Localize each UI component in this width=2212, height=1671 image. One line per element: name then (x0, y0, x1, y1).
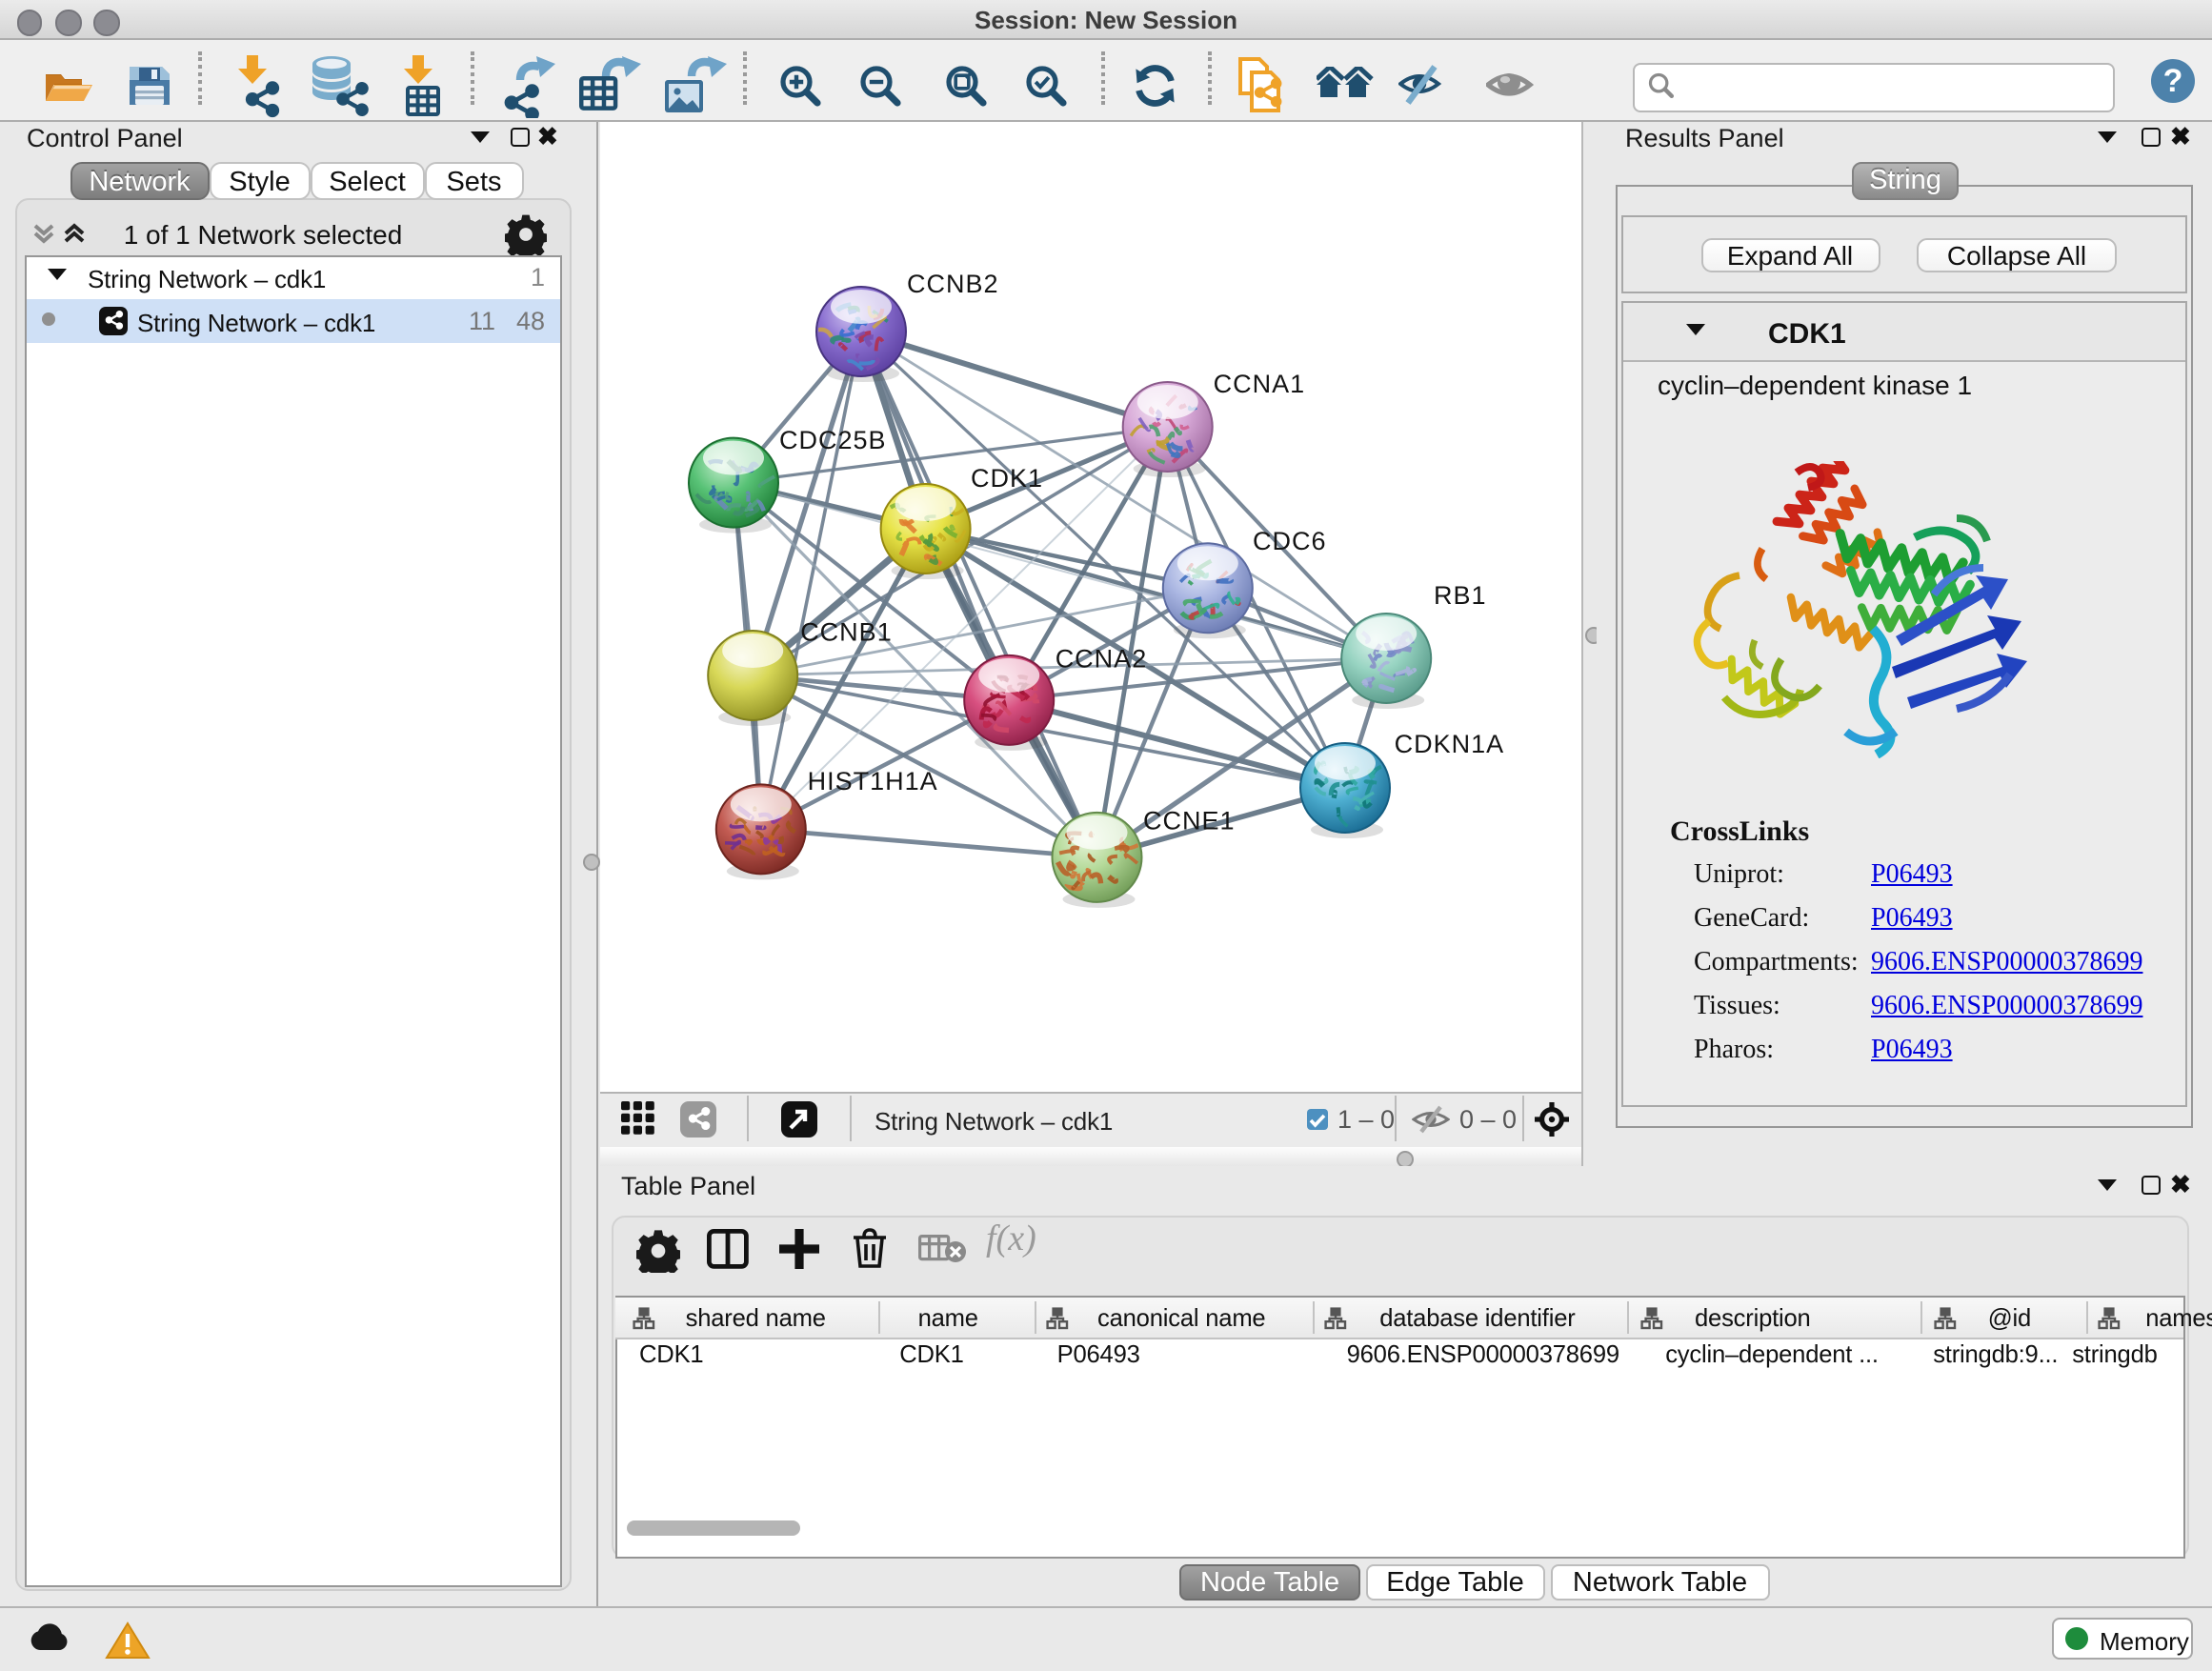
svg-text:RB1: RB1 (1434, 581, 1487, 610)
svg-text:CDKN1A: CDKN1A (1395, 730, 1505, 758)
svg-text:CDC25B: CDC25B (779, 426, 887, 454)
svg-text:HIST1H1A: HIST1H1A (808, 767, 938, 795)
svg-text:CCNB2: CCNB2 (907, 270, 999, 298)
svg-text:CCNB1: CCNB1 (800, 617, 893, 646)
svg-text:CDK1: CDK1 (971, 464, 1043, 493)
svg-text:CCNE1: CCNE1 (1143, 807, 1236, 836)
svg-text:CDC6: CDC6 (1253, 527, 1327, 555)
svg-text:CCNA1: CCNA1 (1214, 370, 1306, 398)
svg-text:CCNA2: CCNA2 (1056, 645, 1148, 674)
